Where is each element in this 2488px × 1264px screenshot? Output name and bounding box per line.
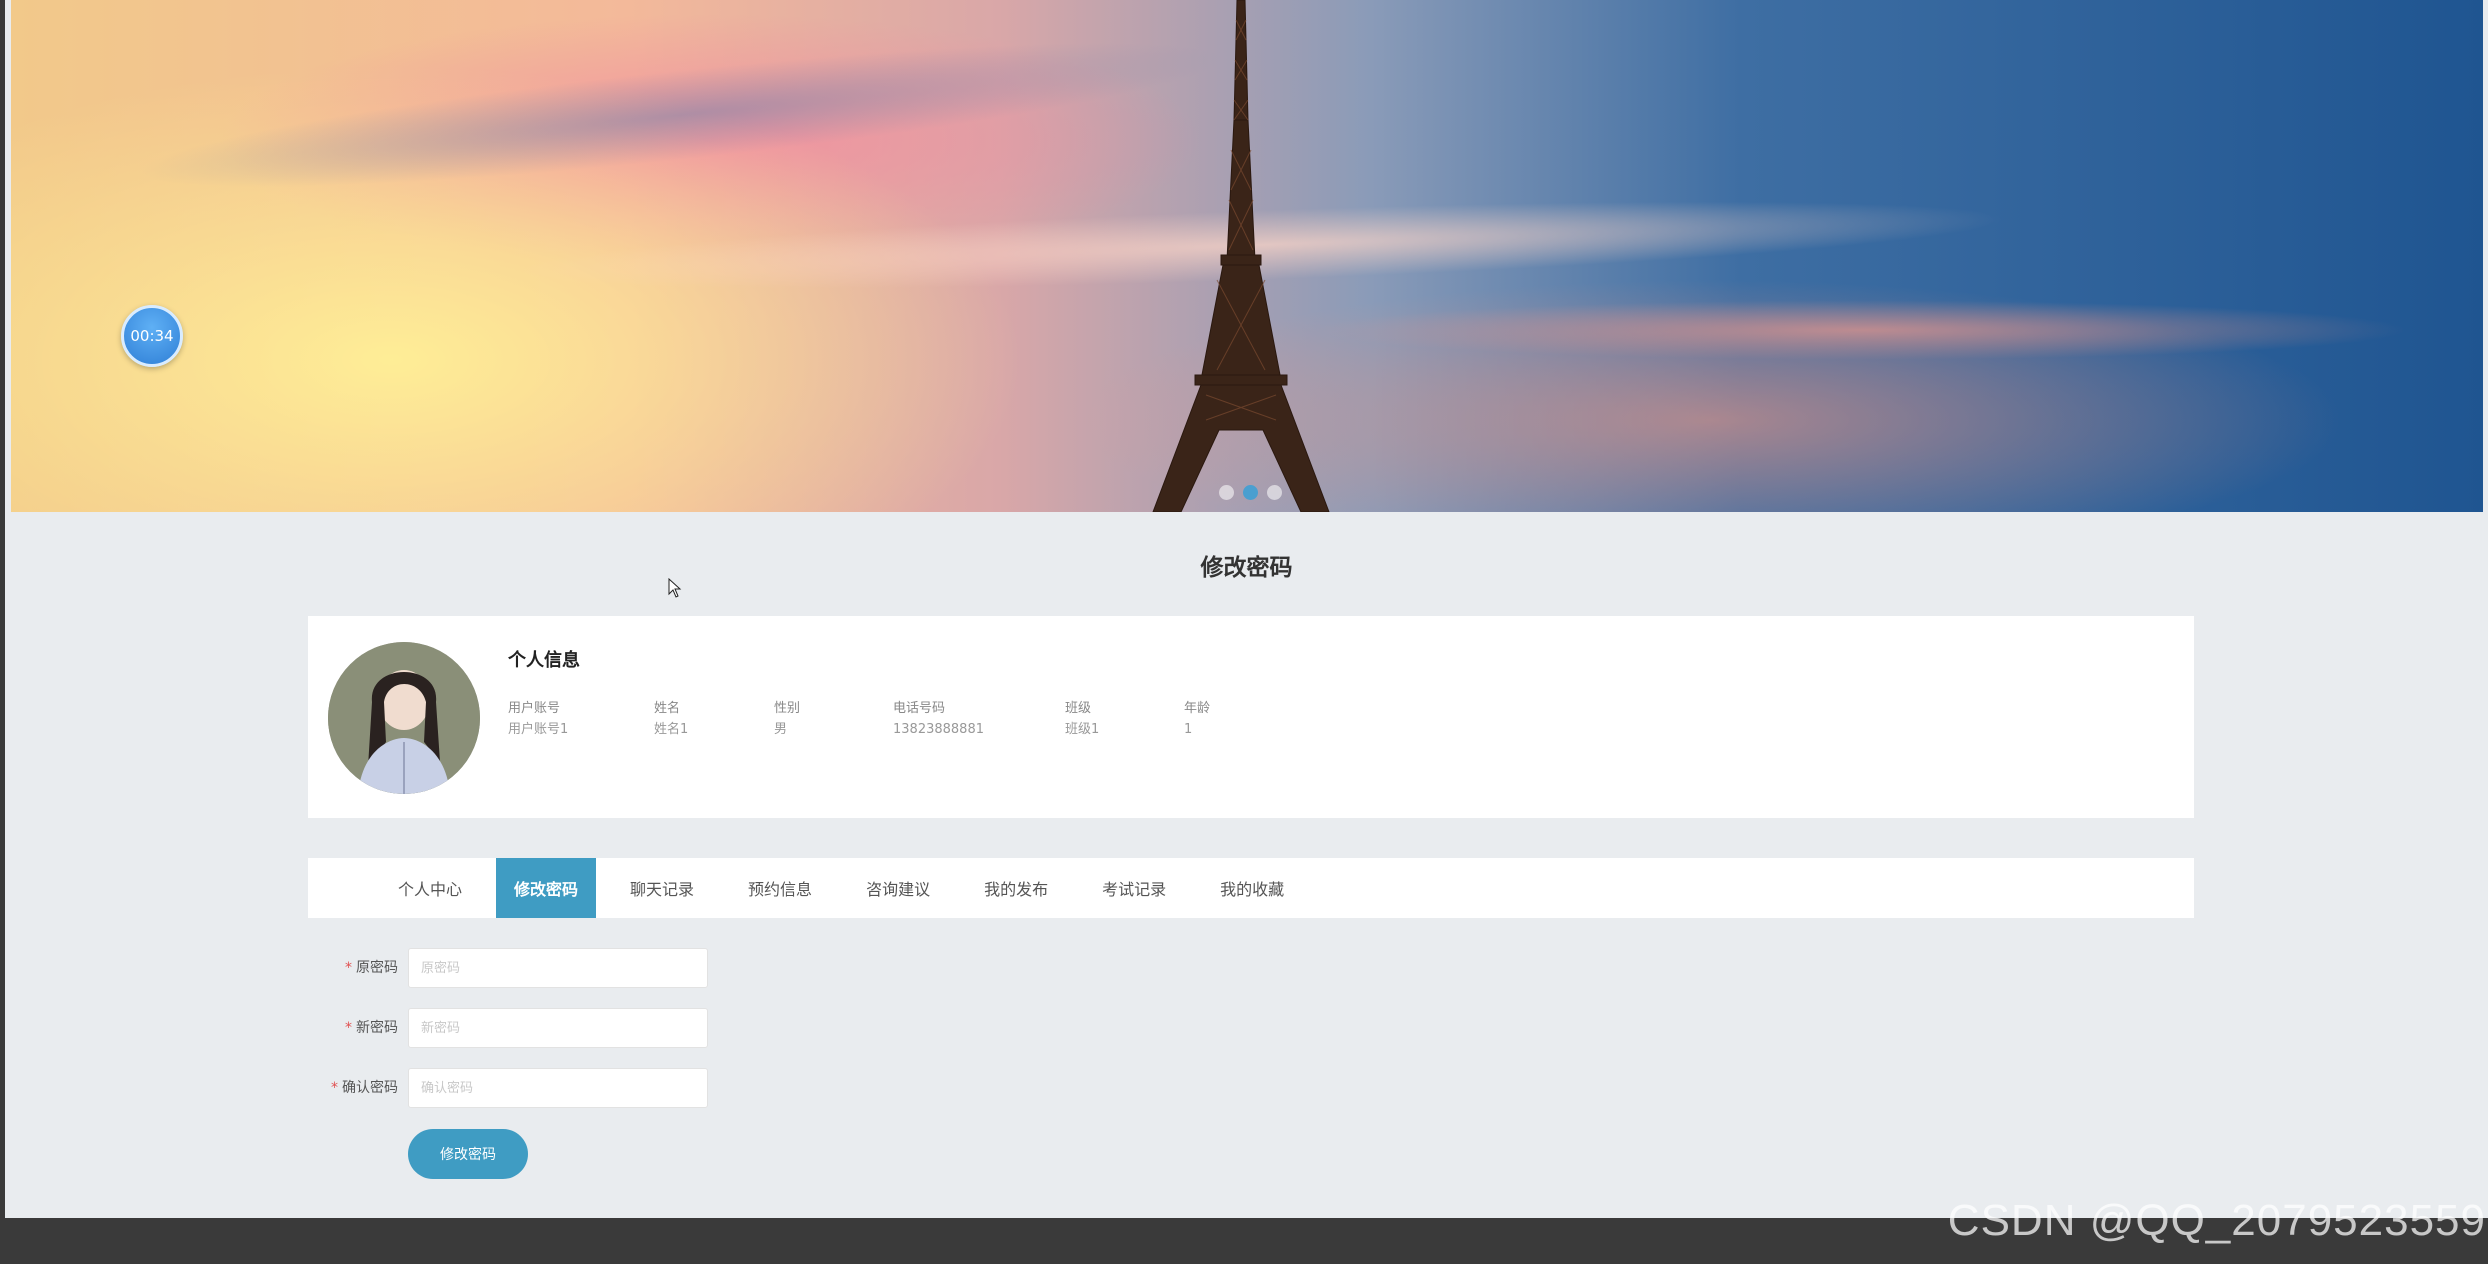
new-password-row: * 新密码 [308,1008,708,1048]
hero-banner-carousel[interactable]: 00:34 [11,0,2483,512]
tab-change-password[interactable]: 修改密码 [496,858,597,918]
info-label: 用户账号 [508,701,561,716]
old-password-row: * 原密码 [308,948,708,988]
user-center-tabs: 个人中心 修改密码 聊天记录 预约信息 咨询建议 我的发布 考试记录 我的收藏 [308,858,2194,918]
required-mark: * [345,1020,352,1036]
info-label: 性别 [774,701,801,716]
info-field-phone: 电话号码 13823888881 [893,698,984,740]
carousel-dot-3[interactable] [1267,485,1282,500]
tab-chat-history[interactable]: 聊天记录 [610,858,714,918]
info-value: 1 [1184,722,1193,737]
tab-my-posts[interactable]: 我的发布 [964,858,1068,918]
avatar [328,642,480,794]
new-password-label: * 新密码 [345,1008,398,1048]
banner-cloud [1311,300,2411,360]
confirm-password-label: * 确认密码 [331,1068,398,1108]
info-field-name: 姓名 姓名1 [654,698,688,740]
tab-appointments[interactable]: 预约信息 [728,858,832,918]
info-label: 班级 [1065,701,1092,716]
eiffel-tower-image [1152,0,1330,512]
required-mark: * [331,1080,338,1096]
info-label: 年龄 [1184,701,1211,716]
tab-favorites[interactable]: 我的收藏 [1200,858,1304,918]
info-value: 男 [774,722,788,737]
confirm-password-label-text: 确认密码 [342,1080,398,1096]
info-field-class: 班级 班级1 [1065,698,1099,740]
banner-cloud [129,12,1233,218]
info-value: 13823888881 [893,722,984,737]
page-title: 修改密码 [1200,555,1293,581]
info-value: 姓名1 [654,722,689,737]
tab-exam-records[interactable]: 考试记录 [1082,858,1186,918]
carousel-dot-1[interactable] [1219,485,1234,500]
carousel-dot-2[interactable] [1243,485,1258,500]
tab-suggestions[interactable]: 咨询建议 [846,858,950,918]
required-mark: * [345,960,352,976]
carousel-indicators [1219,485,1282,500]
info-value: 班级1 [1065,722,1100,737]
profile-title: 个人信息 [508,650,580,671]
countdown-timer-badge[interactable]: 00:34 [121,305,183,367]
page-body: 00:34 修改密码 个人信息 用户账号 用户账号1 姓名 姓名1 性别 男 电… [5,0,2488,1218]
info-field-age: 年龄 1 [1184,698,1210,740]
tab-personal-center[interactable]: 个人中心 [378,858,482,918]
change-password-button[interactable]: 修改密码 [408,1129,528,1179]
new-password-label-text: 新密码 [356,1020,398,1036]
old-password-label-text: 原密码 [356,960,398,976]
info-field-gender: 性别 男 [774,698,800,740]
mouse-cursor-icon [668,578,682,598]
info-field-account: 用户账号 用户账号1 [508,698,568,740]
profile-card: 个人信息 用户账号 用户账号1 姓名 姓名1 性别 男 电话号码 1382388… [308,616,2194,818]
old-password-input[interactable] [408,948,708,988]
confirm-password-input[interactable] [408,1068,708,1108]
old-password-label: * 原密码 [345,948,398,988]
info-label: 电话号码 [893,701,946,716]
confirm-password-row: * 确认密码 [308,1068,708,1108]
info-value: 用户账号1 [508,722,569,737]
watermark-text: CSDN @QQ_2079523559 [1947,1196,2486,1245]
new-password-input[interactable] [408,1008,708,1048]
info-label: 姓名 [654,701,681,716]
